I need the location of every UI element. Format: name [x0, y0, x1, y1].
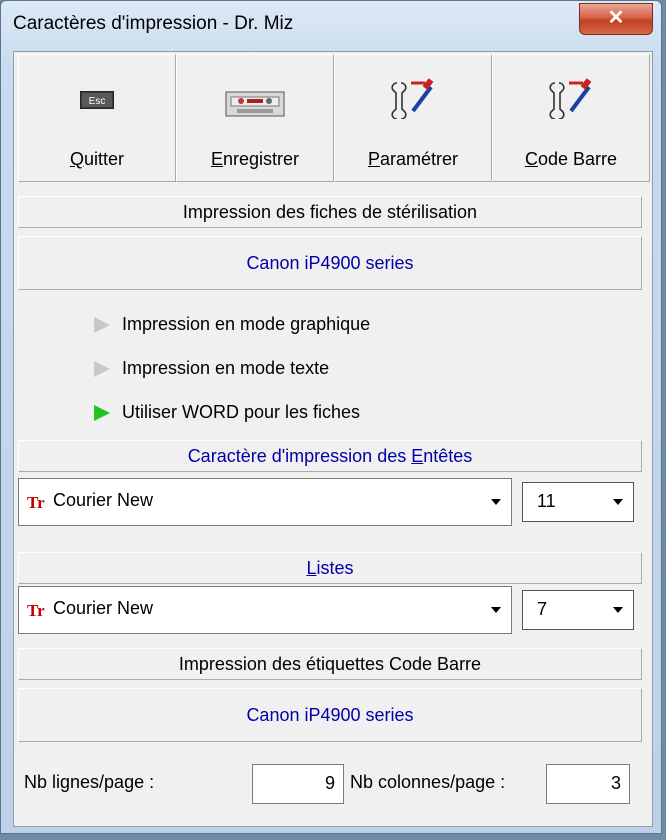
barcode-mnemonic: C: [524, 149, 538, 169]
headers-size-value: 11: [537, 491, 556, 511]
save-label: nregistrer: [222, 149, 300, 169]
cassette-icon: [225, 91, 285, 117]
settings-button[interactable]: Paramétrer: [334, 54, 492, 182]
option-word-label: Utiliser WORD pour les fiches: [122, 402, 361, 422]
lines-per-page-label: Nb lignes/page :: [24, 772, 155, 792]
svg-text:Esc: Esc: [89, 96, 106, 107]
option-graphic-label: Impression en mode graphique: [122, 314, 371, 334]
quit-button[interactable]: Esc Quitter: [18, 54, 176, 182]
chevron-down-icon[interactable]: [613, 607, 623, 613]
truetype-font-icon: Tr: [27, 601, 45, 620]
title-bar[interactable]: Caractères d'impression - Dr. Miz ✕: [1, 1, 661, 45]
settings-label: aramétrer: [379, 149, 459, 169]
labels-section-header: Impression des étiquettes Code Barre: [18, 648, 642, 680]
arrow-icon: [94, 316, 110, 333]
option-text-label: Impression en mode texte: [122, 358, 330, 378]
headers-font-section: Caractère d'impression des Entêtes: [18, 440, 642, 472]
close-icon: ✕: [607, 7, 625, 29]
lists-mnemonic: L: [306, 558, 317, 578]
barcode-button[interactable]: Code Barre: [492, 54, 650, 182]
headers-size-select[interactable]: 11: [522, 482, 634, 522]
esc-key-icon: Esc: [80, 91, 114, 109]
lists-size-select[interactable]: 7: [522, 590, 634, 630]
columns-per-page-label: Nb colonnes/page :: [350, 772, 506, 792]
arrow-icon: [94, 360, 110, 377]
truetype-font-icon: Tr: [27, 493, 45, 512]
chevron-down-icon[interactable]: [491, 607, 501, 613]
lists-size-value: 7: [537, 599, 548, 619]
lists-font-value: Courier New: [53, 598, 154, 618]
headers-mnemonic: E: [411, 446, 424, 466]
chevron-down-icon[interactable]: [613, 499, 623, 505]
quit-label: uitter: [83, 149, 125, 169]
lists-font-select[interactable]: Tr Courier New: [18, 586, 512, 634]
arrow-active-icon: [94, 404, 110, 421]
headers-section-label: Caractère d'impression des: [187, 446, 412, 466]
tools-icon: [391, 78, 434, 119]
option-graphic-mode[interactable]: Impression en mode graphique: [94, 314, 370, 335]
headers-font-select[interactable]: Tr Courier New: [18, 478, 512, 526]
close-button[interactable]: ✕: [579, 3, 653, 35]
option-word[interactable]: Utiliser WORD pour les fiches: [94, 402, 360, 423]
tools-icon: [549, 78, 592, 119]
barcode-label: ode Barre: [537, 149, 618, 169]
window-title: Caractères d'impression - Dr. Miz: [13, 13, 294, 34]
settings-mnemonic: P: [367, 149, 380, 169]
window: Caractères d'impression - Dr. Miz ✕ Esc …: [0, 0, 662, 834]
toolbar: Esc Quitter Enregistrer Paramétrer Code …: [18, 54, 650, 182]
columns-per-page-input[interactable]: 3: [546, 764, 630, 804]
lists-section-label: istes: [316, 558, 354, 578]
fiches-section-header: Impression des fiches de stérilisation: [18, 196, 642, 228]
fiches-printer-button[interactable]: Canon iP4900 series: [18, 236, 642, 290]
client-area: Esc Quitter Enregistrer Paramétrer Code …: [13, 51, 653, 827]
lines-per-page-input[interactable]: 9: [252, 764, 344, 804]
save-mnemonic: E: [210, 149, 223, 169]
headers-section-label-end: ntêtes: [423, 446, 473, 466]
save-button[interactable]: Enregistrer: [176, 54, 334, 182]
lists-font-section: Listes: [18, 552, 642, 584]
chevron-down-icon[interactable]: [491, 499, 501, 505]
headers-font-value: Courier New: [53, 490, 154, 510]
labels-printer-button[interactable]: Canon iP4900 series: [18, 688, 642, 742]
option-text-mode[interactable]: Impression en mode texte: [94, 358, 329, 379]
quit-mnemonic: Q: [69, 149, 84, 169]
